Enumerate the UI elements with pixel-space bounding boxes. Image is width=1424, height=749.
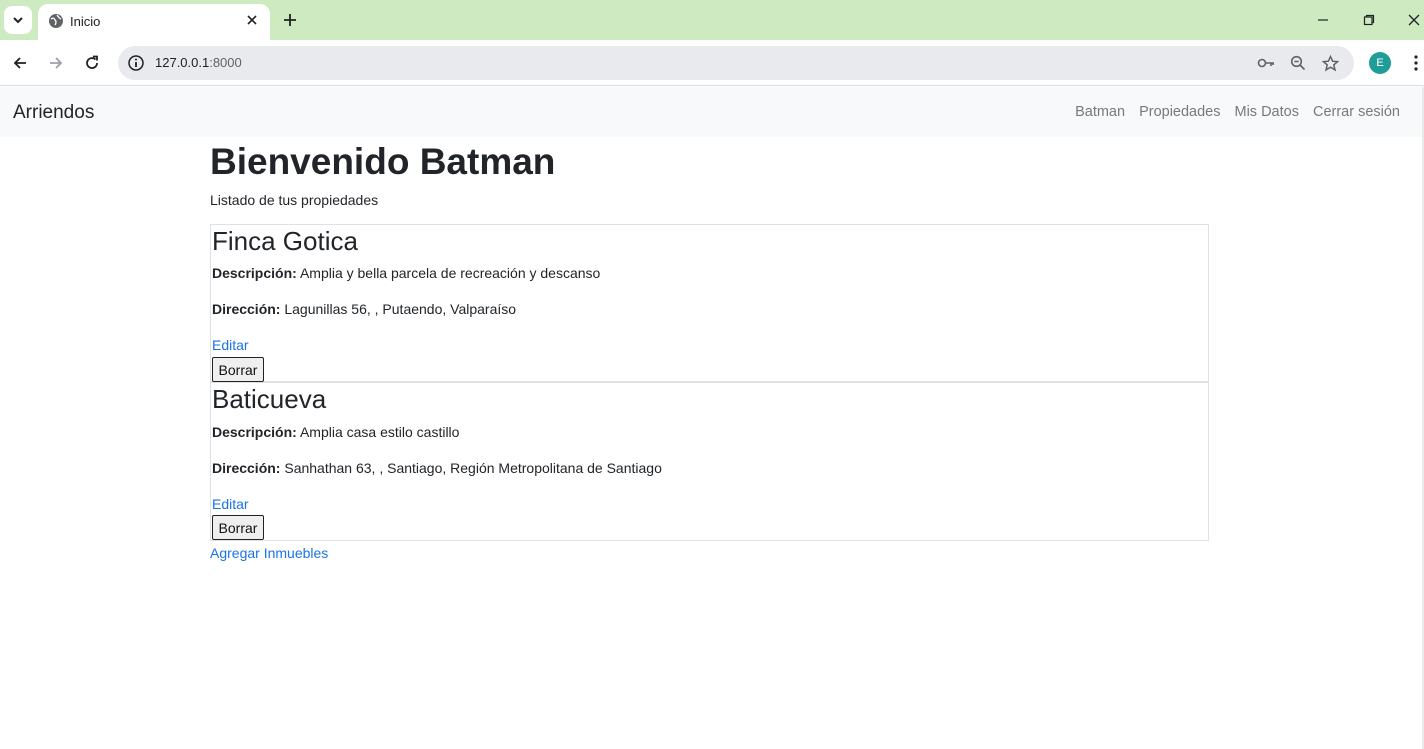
page-title: Bienvenido Batman bbox=[210, 141, 556, 182]
close-window-button[interactable] bbox=[1404, 10, 1424, 30]
address-bar[interactable]: 127.0.0.1:8000 bbox=[118, 46, 1354, 80]
site-navbar: Arriendos Batman Propiedades Mis Datos C… bbox=[0, 87, 1422, 137]
tab-strip: Inicio bbox=[0, 0, 1424, 40]
browser-menu-button[interactable] bbox=[1406, 52, 1424, 74]
star-icon bbox=[1321, 54, 1339, 71]
nav-link-my-data[interactable]: Mis Datos bbox=[1235, 104, 1299, 120]
close-icon bbox=[247, 15, 257, 25]
address-label: Dirección: bbox=[212, 301, 281, 317]
address-value: Lagunillas 56, , Putaendo, Valparaíso bbox=[284, 301, 517, 317]
close-icon bbox=[1408, 14, 1420, 26]
url-text: 127.0.0.1:8000 bbox=[155, 55, 242, 70]
bookmark-button[interactable] bbox=[1320, 53, 1340, 73]
navbar-brand[interactable]: Arriendos bbox=[13, 102, 94, 124]
back-arrow-icon bbox=[13, 57, 26, 69]
page-subtitle: Listado de tus propiedades bbox=[210, 192, 379, 208]
back-button[interactable] bbox=[9, 52, 31, 74]
minimize-icon bbox=[1318, 19, 1328, 21]
tab-title: Inicio bbox=[70, 14, 101, 29]
description-label: Descripción: bbox=[212, 265, 297, 281]
address-value: Sanhathan 63, , Santiago, Región Metropo… bbox=[284, 460, 662, 476]
reload-button[interactable] bbox=[81, 52, 103, 74]
forward-arrow-icon bbox=[50, 57, 63, 69]
globe-icon bbox=[49, 14, 63, 28]
browser-toolbar: 127.0.0.1:8000 E bbox=[0, 40, 1424, 86]
minimize-button[interactable] bbox=[1313, 10, 1333, 30]
description-value: Amplia y bella parcela de recreación y d… bbox=[299, 265, 601, 281]
nav-link-user[interactable]: Batman bbox=[1075, 104, 1125, 120]
key-icon bbox=[1257, 58, 1274, 68]
property-description: Descripción: Amplia y bella parcela de r… bbox=[212, 265, 600, 281]
zoom-icon bbox=[1290, 55, 1306, 71]
reload-icon bbox=[86, 55, 98, 69]
nav-link-properties[interactable]: Propiedades bbox=[1139, 104, 1220, 120]
kebab-menu-icon bbox=[1414, 55, 1418, 71]
plus-icon bbox=[284, 14, 296, 26]
forward-button[interactable] bbox=[45, 52, 67, 74]
tab-close-button[interactable] bbox=[242, 10, 262, 30]
new-tab-button[interactable] bbox=[280, 10, 300, 30]
property-address: Dirección: Lagunillas 56, , Putaendo, Va… bbox=[212, 301, 516, 317]
url-port: :8000 bbox=[209, 55, 242, 70]
navbar-links: Batman Propiedades Mis Datos Cerrar sesi… bbox=[1075, 104, 1400, 120]
property-description: Descripción: Amplia casa estilo castillo bbox=[212, 424, 459, 440]
web-page: Arriendos Batman Propiedades Mis Datos C… bbox=[0, 87, 1424, 749]
delete-button[interactable]: Borrar bbox=[212, 515, 264, 540]
chevron-down-icon bbox=[13, 17, 23, 24]
password-button[interactable] bbox=[1256, 53, 1276, 73]
restore-button[interactable] bbox=[1359, 10, 1379, 30]
description-value: Amplia casa estilo castillo bbox=[299, 424, 460, 440]
description-label: Descripción: bbox=[212, 424, 297, 440]
info-icon[interactable] bbox=[126, 53, 146, 73]
zoom-button[interactable] bbox=[1288, 53, 1308, 73]
tab-search-button[interactable] bbox=[4, 6, 32, 34]
property-card: Baticueva Descripción: Amplia casa estil… bbox=[210, 382, 1209, 541]
nav-link-logout[interactable]: Cerrar sesión bbox=[1313, 104, 1400, 120]
property-name: Finca Gotica bbox=[212, 226, 358, 256]
property-name: Baticueva bbox=[212, 384, 327, 414]
edit-link[interactable]: Editar bbox=[212, 337, 249, 353]
edit-link[interactable]: Editar bbox=[212, 496, 249, 512]
property-card: Finca Gotica Descripción: Amplia y bella… bbox=[210, 224, 1209, 382]
delete-button[interactable]: Borrar bbox=[212, 357, 264, 382]
add-property-link[interactable]: Agregar Inmuebles bbox=[210, 545, 328, 561]
restore-icon bbox=[1363, 14, 1375, 26]
profile-avatar[interactable]: E bbox=[1369, 52, 1391, 74]
url-host: 127.0.0.1 bbox=[155, 55, 210, 70]
browser-tab-active[interactable]: Inicio bbox=[38, 4, 270, 40]
property-address: Dirección: Sanhathan 63, , Santiago, Reg… bbox=[212, 460, 662, 476]
address-label: Dirección: bbox=[212, 460, 281, 476]
